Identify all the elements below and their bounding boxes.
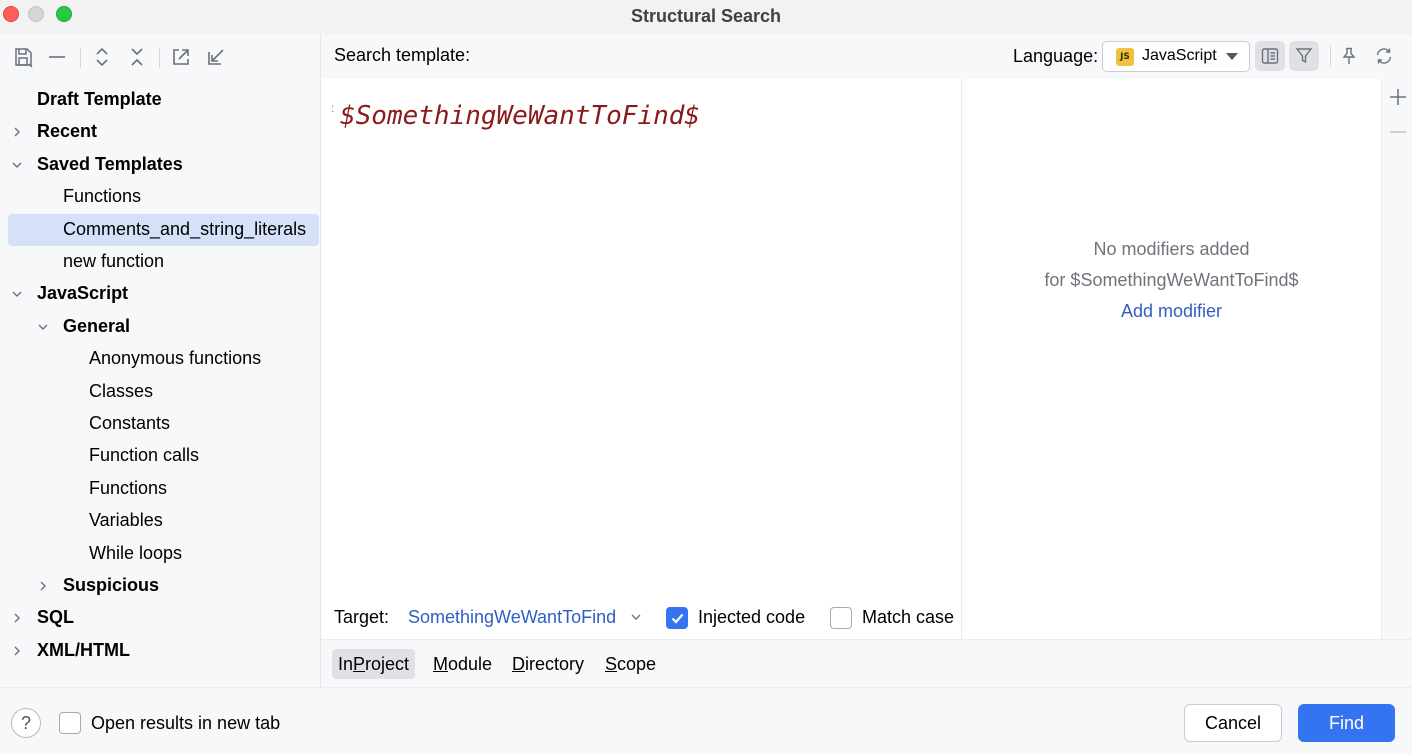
tree-item-label: Variables xyxy=(89,510,163,531)
remove-icon[interactable] xyxy=(1387,121,1409,143)
tree-item-label: While loops xyxy=(89,542,183,563)
injected-code-label: Injected code xyxy=(698,607,806,627)
filter-icon[interactable] xyxy=(1289,41,1319,71)
language-label: Language: xyxy=(1013,46,1099,66)
toggle-panel-icon[interactable] xyxy=(1255,41,1285,71)
no-modifiers-text: No modifiers added xyxy=(1093,239,1250,259)
match-case-checkbox[interactable] xyxy=(830,607,852,629)
tree-item-label: Classes xyxy=(89,380,154,401)
search-template-editor[interactable]: : $SomethingWeWantToFind$ xyxy=(321,79,961,639)
modifier-actions-strip xyxy=(1381,79,1412,639)
language-dropdown[interactable]: JS JavaScript xyxy=(1102,41,1250,72)
template-text[interactable]: $SomethingWeWantToFind$ xyxy=(340,101,700,131)
tree-item-label: XML/HTML xyxy=(37,639,130,660)
chevron-right-icon[interactable] xyxy=(36,579,50,593)
tree-item-xml-html[interactable]: XML/HTML xyxy=(8,635,319,667)
tree-item-label: Recent xyxy=(37,121,98,142)
chevron-down-icon[interactable] xyxy=(36,320,50,334)
fold-marker: : xyxy=(331,101,335,115)
tree-item-draft-template[interactable]: Draft Template xyxy=(8,84,319,116)
chevron-down-icon[interactable] xyxy=(10,158,24,172)
tree-item-constants[interactable]: Constants xyxy=(8,408,319,440)
tree-item-saved-templates[interactable]: Saved Templates xyxy=(8,149,319,181)
import-icon[interactable] xyxy=(203,44,229,70)
injected-code-checkbox[interactable] xyxy=(666,607,688,629)
export-icon[interactable] xyxy=(168,44,194,70)
tree-item-label: SQL xyxy=(37,607,75,628)
toolbar-separator xyxy=(159,48,160,68)
scope-tab-scope[interactable]: Scope xyxy=(599,649,662,679)
tree-item-functions[interactable]: Functions xyxy=(8,473,319,505)
tree-item-label: new function xyxy=(63,251,165,271)
templates-pane: Draft Template Recent Saved Templates Funct… xyxy=(0,34,320,687)
tree-item-function-calls[interactable]: Function calls xyxy=(8,440,319,472)
tree-item-while-loops[interactable]: While loops xyxy=(8,538,319,570)
window-title: Structural Search xyxy=(630,6,782,26)
tree-item-classes[interactable]: Classes xyxy=(8,376,319,408)
tree-item-label: General xyxy=(63,315,131,336)
collapse-all-icon[interactable] xyxy=(124,44,150,70)
tree-item-general[interactable]: General xyxy=(8,311,319,343)
expand-all-icon[interactable] xyxy=(89,44,115,70)
tree-item-label: Draft Template xyxy=(37,89,162,109)
chevron-right-icon[interactable] xyxy=(10,644,24,658)
open-new-tab-checkbox[interactable] xyxy=(59,712,81,734)
scope-bar: In Project Module Directory Scope xyxy=(321,640,1412,687)
tree-item-label: Functions xyxy=(89,477,168,498)
add-icon[interactable] xyxy=(1387,86,1409,108)
title-bar: Structural Search xyxy=(0,0,1412,34)
tree-item-label: Suspicious xyxy=(63,575,160,595)
add-modifier-link[interactable]: Add modifier xyxy=(962,301,1381,322)
remove-template-icon[interactable] xyxy=(44,44,70,70)
chevron-right-icon[interactable] xyxy=(10,611,24,625)
templates-toolbar xyxy=(0,40,320,74)
modifiers-variable-text: for $SomethingWeWantToFind$ xyxy=(1044,270,1299,290)
tree-item-label: Anonymous functions xyxy=(89,348,262,369)
tree-item-anonymous-functions[interactable]: Anonymous functions xyxy=(8,343,319,375)
open-new-tab-label: Open results in new tab xyxy=(91,713,281,733)
header-separator xyxy=(1330,46,1331,66)
tree-item-recent[interactable]: Recent xyxy=(8,116,319,148)
dialog-footer: ? Open results in new tab Cancel Find xyxy=(0,687,1412,754)
target-dropdown[interactable]: SomethingWeWantToFind xyxy=(408,607,616,628)
tree-item-new-function[interactable]: new function xyxy=(8,246,319,278)
save-template-icon[interactable] xyxy=(10,44,36,70)
search-template-label: Search template: xyxy=(334,45,471,65)
scope-tab-in-project[interactable]: In Project xyxy=(332,649,416,679)
tree-item-label: Comments_and_string_literals xyxy=(63,218,307,239)
tree-item-javascript[interactable]: JavaScript xyxy=(8,278,319,310)
find-button[interactable]: Find xyxy=(1298,704,1395,742)
match-case-label: Match case xyxy=(862,607,955,627)
help-button[interactable]: ? xyxy=(11,708,41,738)
chevron-down-icon[interactable] xyxy=(629,610,643,624)
chevron-right-icon[interactable] xyxy=(10,125,24,139)
chevron-down-icon[interactable] xyxy=(10,287,24,301)
scope-tab-module[interactable]: Module xyxy=(427,649,498,679)
tree-item-label: Saved Templates xyxy=(37,153,183,174)
tree-item-comments-and-string-literals[interactable]: Comments_and_string_literals xyxy=(8,213,319,246)
search-header: Search template: Language: JS JavaScript xyxy=(321,34,1412,79)
javascript-icon: JS xyxy=(1116,48,1134,66)
tree-item-label: Functions xyxy=(63,186,142,207)
cancel-button[interactable]: Cancel xyxy=(1184,704,1282,742)
scope-tab-directory[interactable]: Directory xyxy=(506,649,590,679)
tree-item-functions[interactable]: Functions xyxy=(8,181,319,213)
tree-item-label: JavaScript xyxy=(37,283,129,304)
tree-item-variables[interactable]: Variables xyxy=(8,505,319,537)
refresh-icon[interactable] xyxy=(1369,41,1399,71)
target-label: Target: xyxy=(334,607,390,627)
toolbar-separator xyxy=(80,48,81,68)
tree-item-label: Function calls xyxy=(89,445,200,466)
pin-icon[interactable] xyxy=(1334,41,1364,71)
tree-item-label: Constants xyxy=(89,413,171,433)
tree-item-sql[interactable]: SQL xyxy=(8,602,319,634)
modifiers-panel: No modifiers added for $SomethingWeWantT… xyxy=(961,79,1381,639)
target-row: Target: SomethingWeWantToFind Injected c… xyxy=(321,600,961,636)
caret-down-icon xyxy=(1226,53,1238,60)
language-value: JavaScript xyxy=(1142,47,1217,64)
tree-item-suspicious[interactable]: Suspicious xyxy=(8,570,319,602)
